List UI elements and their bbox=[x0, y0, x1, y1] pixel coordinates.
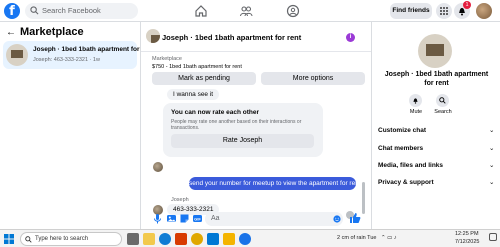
marketplace-label: Marketplace bbox=[152, 56, 182, 62]
friends-icon[interactable] bbox=[239, 4, 253, 18]
clock-time[interactable]: 12:25 PM bbox=[455, 231, 479, 237]
chat-header-thumbnail bbox=[146, 29, 160, 43]
top-navigation-bar: f Search Facebook Find friends 1 bbox=[0, 0, 500, 22]
mark-as-pending-button[interactable]: Mark as pending bbox=[152, 72, 256, 85]
emoji-icon[interactable] bbox=[333, 215, 341, 223]
sticker-icon[interactable] bbox=[179, 213, 190, 224]
store-icon[interactable] bbox=[207, 233, 219, 245]
avatar bbox=[153, 162, 163, 172]
privacy-support-section[interactable]: Privacy & support bbox=[378, 179, 434, 186]
taskbar-search-box[interactable]: Type here to search bbox=[20, 232, 122, 246]
mute-label: Mute bbox=[409, 109, 423, 115]
more-options-button[interactable]: More options bbox=[261, 72, 365, 85]
search-conversation-button[interactable] bbox=[436, 94, 449, 107]
chat-details-panel: Joseph · 1bed 1bath apartment for rent M… bbox=[371, 22, 500, 229]
svg-text:GIF: GIF bbox=[194, 216, 201, 221]
file-explorer-icon[interactable] bbox=[223, 233, 235, 245]
chevron-down-icon: ⌄ bbox=[489, 127, 495, 134]
gif-icon[interactable]: GIF bbox=[192, 213, 203, 224]
back-arrow-icon[interactable]: ← bbox=[6, 27, 16, 38]
profile-avatar[interactable] bbox=[476, 3, 492, 19]
home-icon[interactable] bbox=[194, 4, 208, 18]
thumbs-up-icon[interactable] bbox=[349, 212, 361, 224]
info-icon[interactable]: i bbox=[346, 33, 355, 42]
chevron-down-icon: ⌄ bbox=[489, 162, 495, 169]
rate-joseph-button[interactable]: Rate Joseph bbox=[171, 134, 314, 148]
app-icon[interactable] bbox=[175, 233, 187, 245]
edge-icon[interactable] bbox=[159, 233, 171, 245]
weather-text[interactable]: 2 cm of rain Tue bbox=[337, 235, 376, 241]
chat-members-section[interactable]: Chat members bbox=[378, 145, 423, 152]
search-icon bbox=[439, 97, 446, 104]
system-tray-icons[interactable]: ⌃ ▭ ♪ bbox=[381, 235, 397, 241]
chrome-icon[interactable] bbox=[191, 233, 203, 245]
message-bubble-incoming: I wanna see it bbox=[167, 89, 220, 100]
details-title: Joseph · 1bed 1bath apartment for rent bbox=[384, 71, 489, 87]
notification-badge: 1 bbox=[463, 1, 471, 9]
message-composer: GIF Aa bbox=[141, 209, 371, 229]
search-icon bbox=[30, 6, 39, 15]
widgets-icon[interactable] bbox=[143, 233, 155, 245]
message-input-placeholder: Aa bbox=[211, 215, 220, 222]
bell-icon bbox=[413, 98, 418, 104]
task-view-icon[interactable] bbox=[127, 233, 139, 245]
facebook-logo[interactable]: f bbox=[4, 3, 20, 19]
marketplace-sidebar: ← Marketplace Joseph · 1bed 1bath apartm… bbox=[0, 22, 147, 229]
menu-grid-icon bbox=[440, 7, 448, 15]
search-icon bbox=[25, 236, 32, 243]
windows-taskbar: Type here to search 2 cm of rain Tue ⌃ ▭… bbox=[0, 229, 500, 247]
app-icon[interactable] bbox=[239, 233, 251, 245]
conversation-preview: Joseph: 463-333-2321 · 1w bbox=[33, 57, 100, 63]
rate-each-other-card: You can now rate each other People may r… bbox=[163, 103, 323, 157]
search-placeholder: Search Facebook bbox=[42, 6, 101, 15]
search-label: Search bbox=[434, 109, 452, 115]
windows-start-icon[interactable] bbox=[4, 234, 14, 244]
message-list: I wanna see it You can now rate each oth… bbox=[141, 89, 371, 219]
menu-button[interactable] bbox=[436, 3, 452, 19]
rate-card-title: You can now rate each other bbox=[171, 109, 260, 116]
photo-icon[interactable] bbox=[166, 213, 177, 224]
conversation-item[interactable]: Joseph · 1bed 1bath apartment for ... Jo… bbox=[3, 41, 147, 69]
media-files-links-section[interactable]: Media, files and links bbox=[378, 162, 443, 169]
clock-date[interactable]: 7/12/2025 bbox=[455, 239, 479, 245]
chat-header: Joseph · 1bed 1bath apartment for rent i bbox=[141, 22, 371, 52]
chat-panel: Joseph · 1bed 1bath apartment for rent i… bbox=[141, 22, 371, 229]
microphone-icon[interactable] bbox=[152, 213, 163, 224]
listing-price-title[interactable]: $750 - 1bed 1bath apartment for rent bbox=[152, 64, 242, 70]
message-sender-name: Joseph bbox=[171, 197, 189, 203]
search-facebook-input[interactable]: Search Facebook bbox=[25, 3, 138, 19]
notification-center-icon[interactable] bbox=[489, 233, 497, 241]
message-bubble-outgoing: send your number for meetup to view the … bbox=[189, 177, 361, 190]
taskbar-search-placeholder: Type here to search bbox=[35, 236, 89, 242]
conversation-title: Joseph · 1bed 1bath apartment for ... bbox=[33, 46, 147, 53]
page-title: Marketplace bbox=[20, 26, 84, 38]
chevron-down-icon: ⌄ bbox=[489, 179, 495, 186]
chevron-down-icon: ⌄ bbox=[489, 145, 495, 152]
chat-title[interactable]: Joseph · 1bed 1bath apartment for rent bbox=[162, 33, 301, 42]
find-friends-button[interactable]: Find friends bbox=[390, 3, 432, 19]
customize-chat-section[interactable]: Customize chat bbox=[378, 127, 426, 134]
mute-button[interactable] bbox=[409, 94, 422, 107]
listing-thumbnail bbox=[6, 44, 28, 66]
message-input[interactable]: Aa bbox=[205, 212, 343, 226]
groups-icon[interactable] bbox=[286, 4, 300, 18]
rate-card-description: People may rate one another based on the… bbox=[171, 119, 302, 131]
listing-thumbnail-large bbox=[418, 34, 452, 68]
